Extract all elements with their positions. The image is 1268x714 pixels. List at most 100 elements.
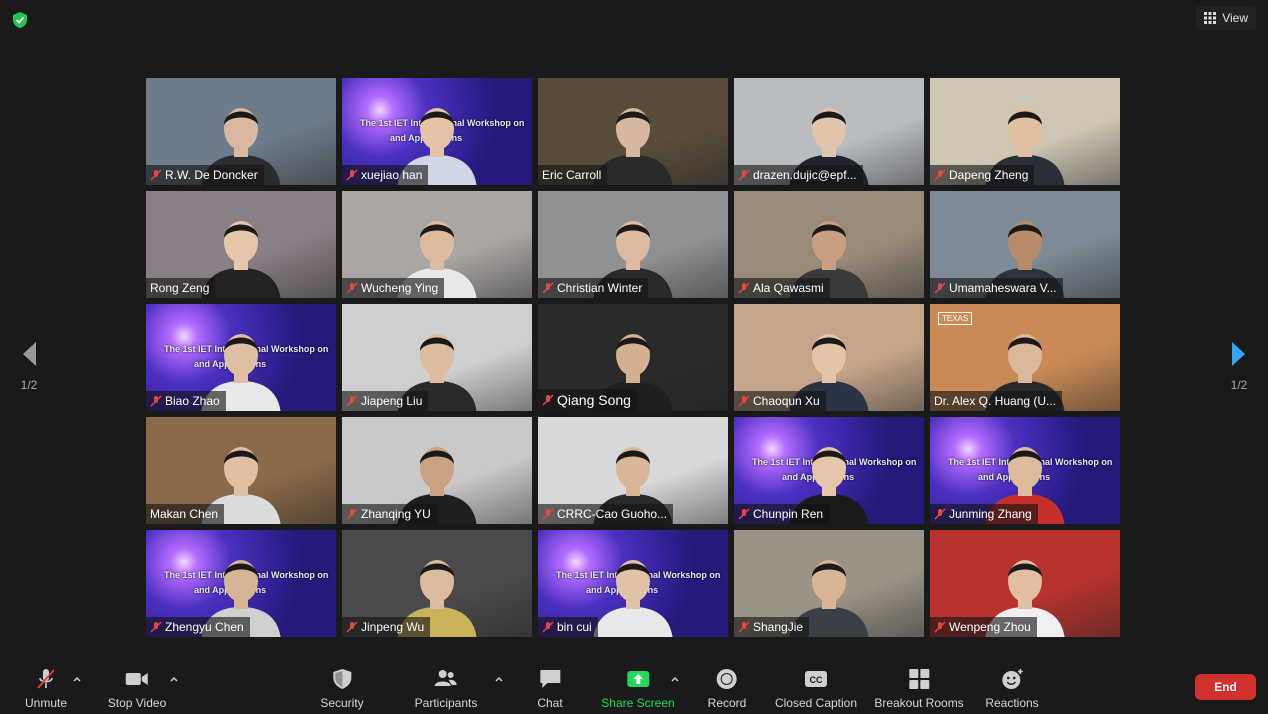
microphone-muted-icon [738,395,750,407]
participant-name: CRRC-Cao Guoho... [557,507,668,521]
breakout-rooms-label: Breakout Rooms [874,696,964,710]
video-options-caret-icon[interactable] [169,674,179,684]
participant-name: Dr. Alex Q. Huang (U... [934,394,1057,408]
microphone-muted-icon [542,508,554,520]
participant-name-label: drazen.dujic@epf... [734,165,863,185]
participant-name: Ala Qawasmi [753,281,824,295]
participant-tile[interactable]: TEXAS Dr. Alex Q. Huang (U... [930,304,1120,411]
participant-tile[interactable]: ShangJie [734,530,924,637]
participant-tile[interactable]: Makan Chen [146,417,336,524]
participant-tile[interactable]: The 1st IET International Workshop onand… [146,304,336,411]
participant-name: Dapeng Zheng [949,168,1029,182]
chat-label: Chat [537,696,563,710]
participant-name: Eric Carroll [542,168,602,182]
participant-name-label: Jiapeng Liu [342,391,429,411]
page-indicator-right: 1/2 [1230,378,1248,392]
participant-tile[interactable]: drazen.dujic@epf... [734,78,924,185]
microphone-muted-icon [150,395,162,407]
participant-tile[interactable]: CRRC-Cao Guoho... [538,417,728,524]
participant-name-label: Jinpeng Wu [342,617,431,637]
closed-caption-button[interactable]: CC Closed Caption [775,668,857,710]
participant-tile[interactable]: Jiapeng Liu [342,304,532,411]
encryption-shield-icon[interactable] [11,11,29,29]
breakout-rooms-button[interactable]: Breakout Rooms [874,668,964,710]
participant-tile[interactable]: The 1st IET International Workshop onand… [930,417,1120,524]
closed-caption-label: Closed Caption [774,696,858,710]
participant-tile[interactable]: Wenpeng Zhou [930,530,1120,637]
share-screen-button[interactable]: Share Screen [601,668,675,710]
participant-name: Chunpin Ren [753,507,824,521]
participant-name: Junming Zhang [949,507,1032,521]
meeting-toolbar: Unmute Stop Video Security Participants … [0,658,1268,714]
participant-tile[interactable]: Dapeng Zheng [930,78,1120,185]
participant-name-label: Wucheng Ying [342,278,445,298]
end-meeting-button[interactable]: End [1195,674,1256,700]
participants-icon [434,670,457,686]
audio-options-caret-icon[interactable] [72,674,82,684]
participant-name: Zhengyu Chen [165,620,244,634]
microphone-muted-icon [542,282,554,294]
participant-name: Rong Zeng [150,281,210,295]
participant-tile[interactable]: The 1st IET International Workshop onand… [146,530,336,637]
share-screen-label: Share Screen [601,696,675,710]
participants-caret-icon[interactable] [494,674,504,684]
participant-name-label: Rong Zeng [146,278,216,298]
microphone-muted-icon [738,282,750,294]
participant-tile[interactable]: Chaoqun Xu [734,304,924,411]
participant-name: Christian Winter [557,281,643,295]
participant-name-label: Qiang Song [538,389,637,411]
participant-name: ShangJie [753,620,804,634]
participants-label: Participants [414,696,478,710]
reactions-button[interactable]: Reactions [985,668,1039,710]
arrow-left-icon [23,342,36,366]
participant-name: Jiapeng Liu [361,394,423,408]
participant-name: Qiang Song [557,392,631,408]
participant-tile[interactable]: Christian Winter [538,191,728,298]
participant-video-figure [593,560,673,637]
participants-button[interactable]: Participants [414,668,478,710]
grid-view-icon [1204,12,1217,24]
participant-name-label: Biao Zhao [146,391,226,411]
unmute-button[interactable]: Unmute [25,668,67,710]
participant-name-label: ShangJie [734,617,810,637]
security-button[interactable]: Security [320,668,364,710]
participant-tile[interactable]: Eric Carroll [538,78,728,185]
participant-name: Jinpeng Wu [361,620,425,634]
participant-name-label: Junming Zhang [930,504,1038,524]
microphone-muted-icon [150,169,162,181]
participant-tile[interactable]: Rong Zeng [146,191,336,298]
microphone-muted-icon [37,669,55,689]
record-icon [717,669,737,689]
participant-name-label: bin cui [538,617,598,637]
page-indicator-left: 1/2 [20,378,38,392]
microphone-muted-icon [346,169,358,181]
share-options-caret-icon[interactable] [670,674,680,684]
participant-tile[interactable]: Jinpeng Wu [342,530,532,637]
share-screen-icon [626,671,649,687]
stop-video-button[interactable]: Stop Video [107,668,167,710]
participant-tile[interactable]: Qiang Song [538,304,728,411]
participant-name-label: Eric Carroll [538,165,608,185]
smiley-add-icon [1002,669,1023,689]
participant-tile[interactable]: Zhanqing YU [342,417,532,524]
participant-tile[interactable]: Umamaheswara V... [930,191,1120,298]
stop-video-label: Stop Video [107,696,167,710]
participant-name-label: Dapeng Zheng [930,165,1035,185]
svg-text:CC: CC [810,675,823,685]
participant-name: Biao Zhao [165,394,220,408]
participant-tile[interactable]: The 1st IET International Workshop onand… [538,530,728,637]
microphone-muted-icon [738,169,750,181]
next-page[interactable]: 1/2 [1224,340,1254,392]
view-button[interactable]: View [1196,6,1256,30]
participant-tile[interactable]: Ala Qawasmi [734,191,924,298]
previous-page[interactable]: 1/2 [14,340,44,392]
record-button[interactable]: Record [708,668,746,710]
participant-tile[interactable]: Wucheng Ying [342,191,532,298]
reactions-label: Reactions [985,696,1039,710]
participant-tile[interactable]: R.W. De Doncker [146,78,336,185]
participant-tile[interactable]: The 1st IET International Workshop onand… [342,78,532,185]
participant-name: bin cui [557,620,592,634]
participant-tile[interactable]: The 1st IET International Workshop onand… [734,417,924,524]
chat-button[interactable]: Chat [537,668,563,710]
participant-name: Umamaheswara V... [949,281,1057,295]
